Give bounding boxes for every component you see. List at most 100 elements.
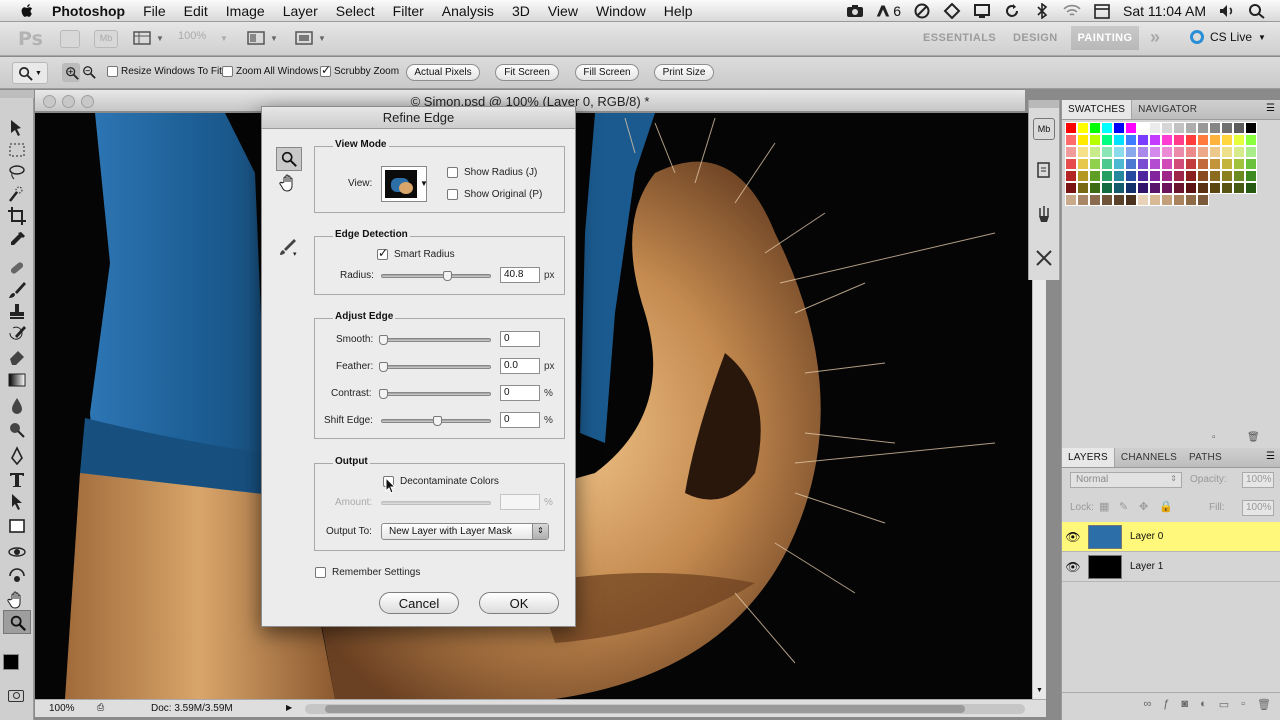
tab-swatches[interactable]: SWATCHES	[1062, 100, 1133, 119]
color-swatch[interactable]	[1221, 122, 1233, 134]
menu-window[interactable]: Window	[587, 3, 655, 19]
lock-all-icon[interactable]: 🔒	[1159, 500, 1173, 513]
menu-edit[interactable]: Edit	[175, 3, 217, 19]
color-swatch[interactable]	[1089, 134, 1101, 146]
blend-mode-select[interactable]: Normal ⇕	[1070, 472, 1182, 488]
menu-help[interactable]: Help	[655, 3, 702, 19]
color-swatch[interactable]	[1197, 170, 1209, 182]
color-swatch[interactable]	[1065, 194, 1077, 206]
quick-selection-tool-icon[interactable]	[7, 184, 27, 204]
zoom-level-select[interactable]: 100%	[178, 30, 206, 42]
shift-edge-slider-knob[interactable]	[433, 416, 442, 426]
color-swatch[interactable]	[1209, 170, 1221, 182]
feather-slider-knob[interactable]	[379, 362, 388, 372]
color-swatch[interactable]	[1245, 122, 1257, 134]
tab-paths[interactable]: PATHS	[1183, 448, 1228, 467]
color-swatch[interactable]	[1113, 182, 1125, 194]
color-swatch[interactable]	[1137, 194, 1149, 206]
color-swatch[interactable]	[1221, 158, 1233, 170]
menu-image[interactable]: Image	[217, 3, 274, 19]
color-swatch[interactable]	[1197, 158, 1209, 170]
menu-layer[interactable]: Layer	[274, 3, 327, 19]
menu-analysis[interactable]: Analysis	[433, 3, 503, 19]
hand-tool-icon[interactable]	[7, 590, 27, 610]
3d-orbit-tool-icon[interactable]	[7, 566, 27, 586]
panel-menu-icon[interactable]: ☰	[1260, 100, 1280, 119]
blur-tool-icon[interactable]	[7, 396, 27, 416]
color-swatch[interactable]	[1173, 158, 1185, 170]
menu-select[interactable]: Select	[327, 3, 384, 19]
color-swatch[interactable]	[1113, 134, 1125, 146]
color-swatch[interactable]	[1137, 158, 1149, 170]
color-swatch[interactable]	[1173, 170, 1185, 182]
volume-icon[interactable]	[1218, 3, 1236, 19]
history-panel-icon[interactable]	[1034, 160, 1054, 180]
color-swatch[interactable]	[1161, 182, 1173, 194]
color-swatch[interactable]	[1221, 170, 1233, 182]
color-swatch[interactable]	[1245, 158, 1257, 170]
color-swatch[interactable]	[1065, 134, 1077, 146]
arrange-documents-icon[interactable]	[246, 29, 266, 47]
camera-icon[interactable]	[846, 3, 864, 19]
calendar-icon[interactable]	[1093, 3, 1111, 19]
color-swatch[interactable]	[1101, 158, 1113, 170]
color-swatch[interactable]	[1185, 194, 1197, 206]
color-swatch[interactable]	[1125, 158, 1137, 170]
menu-3d[interactable]: 3D	[503, 3, 539, 19]
color-swatch[interactable]	[1077, 134, 1089, 146]
refine-radius-tool-icon[interactable]: ▾	[278, 237, 300, 257]
color-swatch[interactable]	[1173, 194, 1185, 206]
lock-image-icon[interactable]: ✎	[1119, 500, 1128, 513]
workspace-essentials[interactable]: ESSENTIALS	[923, 32, 996, 44]
color-swatch[interactable]	[1185, 122, 1197, 134]
eyedropper-tool-icon[interactable]	[7, 230, 27, 250]
dialog-zoom-tool[interactable]	[276, 147, 302, 171]
brush-tool-icon[interactable]	[7, 280, 27, 300]
show-original-checkbox[interactable]	[447, 189, 458, 200]
color-swatch[interactable]	[1197, 194, 1209, 206]
color-swatch[interactable]	[1185, 170, 1197, 182]
color-swatch[interactable]	[1233, 134, 1245, 146]
view-extras-icon[interactable]	[132, 29, 154, 47]
color-swatch[interactable]	[1173, 182, 1185, 194]
color-swatch[interactable]	[1137, 134, 1149, 146]
apple-icon[interactable]	[18, 2, 36, 20]
zoom-out-button[interactable]	[80, 63, 98, 82]
color-swatch[interactable]	[1149, 158, 1161, 170]
color-swatch[interactable]	[1113, 194, 1125, 206]
show-radius-checkbox[interactable]	[447, 167, 458, 178]
shape-tool-icon[interactable]	[7, 516, 27, 536]
layer-style-icon[interactable]: ƒ	[1163, 698, 1169, 716]
fit-screen-button[interactable]: Fit Screen	[495, 64, 559, 81]
color-swatch[interactable]	[1137, 182, 1149, 194]
history-brush-tool-icon[interactable]	[7, 324, 27, 344]
scrubby-zoom-option[interactable]: Scrubby Zoom	[320, 63, 399, 77]
zoom-all-option[interactable]: Zoom All Windows	[222, 66, 318, 77]
print-size-button[interactable]: Print Size	[654, 64, 714, 81]
color-swatch[interactable]	[1161, 134, 1173, 146]
foreground-color-swatch[interactable]	[3, 654, 19, 670]
menu-filter[interactable]: Filter	[384, 3, 433, 19]
radius-slider-knob[interactable]	[443, 271, 452, 281]
clone-source-panel-icon[interactable]	[1034, 248, 1054, 268]
resize-windows-checkbox[interactable]	[107, 66, 118, 77]
color-swatch[interactable]	[1113, 158, 1125, 170]
color-swatch[interactable]	[1185, 146, 1197, 158]
tab-layers[interactable]: LAYERS	[1062, 448, 1115, 467]
color-swatch[interactable]	[1173, 134, 1185, 146]
launch-bridge-button[interactable]	[60, 30, 80, 48]
color-swatch[interactable]	[1209, 158, 1221, 170]
actual-pixels-button[interactable]: Actual Pixels	[406, 64, 480, 81]
move-tool-icon[interactable]	[7, 118, 27, 138]
color-swatch[interactable]	[1089, 182, 1101, 194]
smooth-input[interactable]: 0	[500, 331, 540, 347]
mini-bridge-panel-icon[interactable]: Mb	[1033, 118, 1055, 140]
info-icon[interactable]: ⎙	[97, 702, 104, 713]
color-swatch[interactable]	[1077, 194, 1089, 206]
workspace-painting[interactable]: PAINTING	[1071, 26, 1139, 50]
layer-name[interactable]: Layer 1	[1130, 561, 1163, 572]
fill-input[interactable]: 100%	[1242, 500, 1274, 516]
contrast-input[interactable]: 0	[500, 385, 540, 401]
diamond-icon[interactable]	[943, 2, 961, 19]
screen-mode-icon[interactable]	[294, 29, 314, 47]
